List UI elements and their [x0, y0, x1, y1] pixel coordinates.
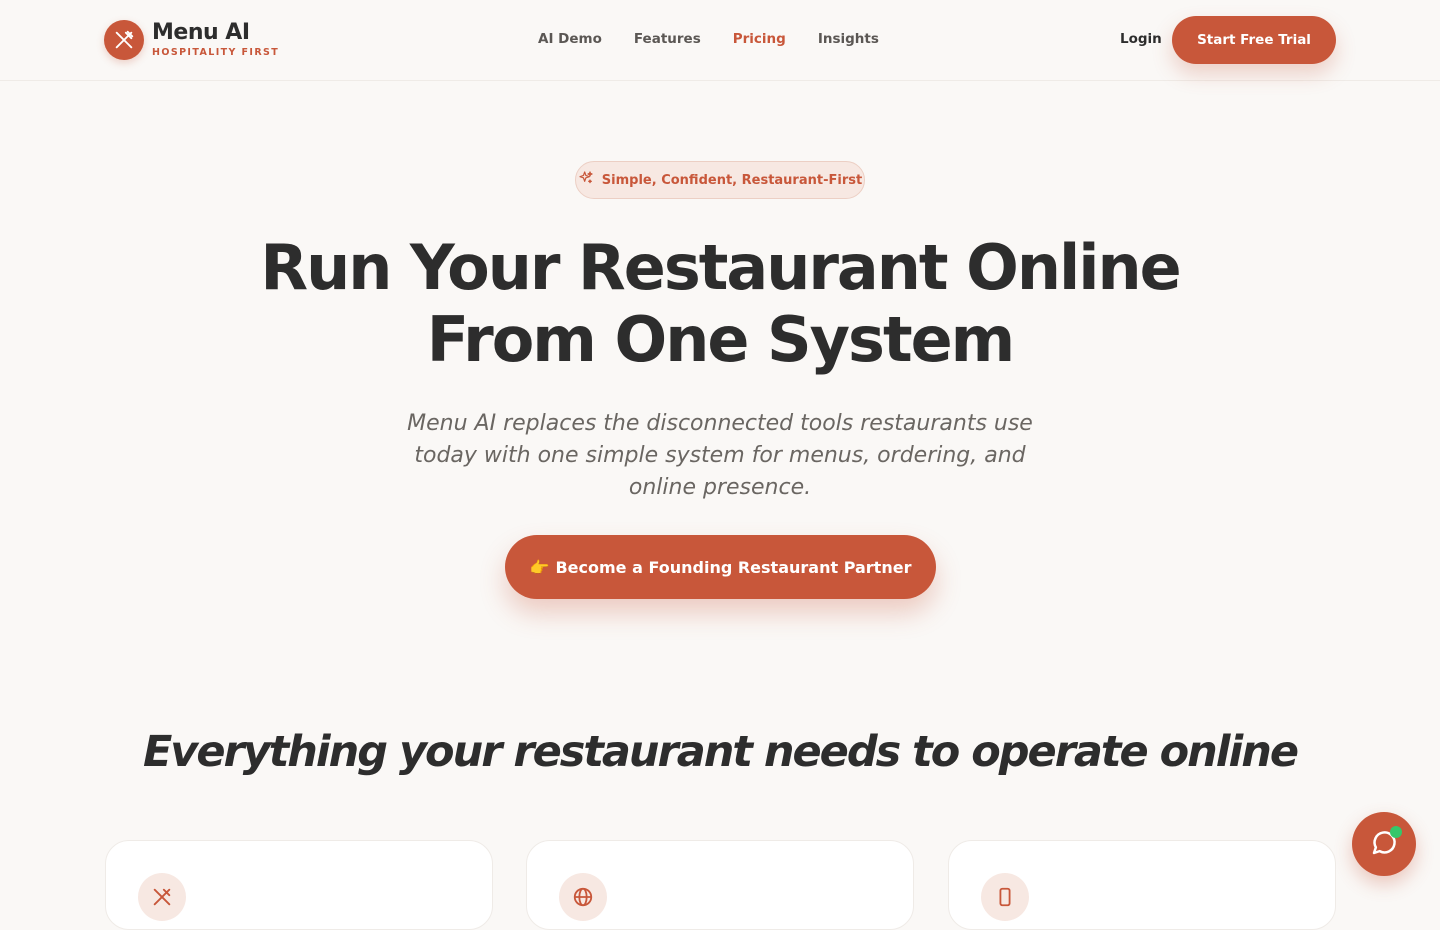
brand-tagline: HOSPITALITY FIRST	[152, 47, 280, 58]
online-status-dot	[1390, 826, 1402, 838]
sparkles-icon	[578, 170, 594, 190]
founding-partner-button[interactable]: 👉 Become a Founding Restaurant Partner	[505, 535, 936, 599]
utensils-icon	[138, 873, 186, 921]
nav-link-pricing[interactable]: Pricing	[733, 31, 786, 47]
smartphone-icon	[981, 873, 1029, 921]
features-title: Everything your restaurant needs to oper…	[142, 727, 1299, 777]
hero-title-line2: From One System	[426, 303, 1015, 376]
feature-card-ordering[interactable]	[948, 840, 1336, 930]
hero-title: Run Your Restaurant Online From One Syst…	[120, 232, 1320, 376]
feature-card-online-presence[interactable]	[526, 840, 914, 930]
start-free-trial-button[interactable]: Start Free Trial	[1172, 16, 1336, 64]
pointing-hand-icon: 👉	[529, 557, 550, 577]
brand-name: Menu AI	[152, 20, 250, 45]
founding-partner-label: Become a Founding Restaurant Partner	[555, 557, 912, 577]
feature-card-menus[interactable]	[105, 840, 493, 930]
login-link[interactable]: Login	[1120, 31, 1162, 47]
hero-badge-label: Simple, Confident, Restaurant-First	[601, 172, 863, 188]
hero-title-line1: Run Your Restaurant Online	[260, 231, 1181, 304]
nav-link-features[interactable]: Features	[634, 31, 701, 47]
nav-link-ai-demo[interactable]: AI Demo	[538, 31, 602, 47]
globe-icon	[559, 873, 607, 921]
utensils-icon	[104, 20, 144, 60]
main-nav: AI Demo Features Pricing Insights	[538, 31, 879, 47]
chat-launcher-button[interactable]	[1352, 812, 1416, 876]
hero-subtitle: Menu AI replaces the disconnected tools …	[407, 411, 1033, 500]
hero-badge: Simple, Confident, Restaurant-First	[575, 161, 865, 199]
nav-link-insights[interactable]: Insights	[818, 31, 879, 47]
brand-logo[interactable]: Menu AI HOSPITALITY FIRST	[104, 20, 279, 60]
site-header: Menu AI HOSPITALITY FIRST AI Demo Featur…	[0, 0, 1440, 81]
